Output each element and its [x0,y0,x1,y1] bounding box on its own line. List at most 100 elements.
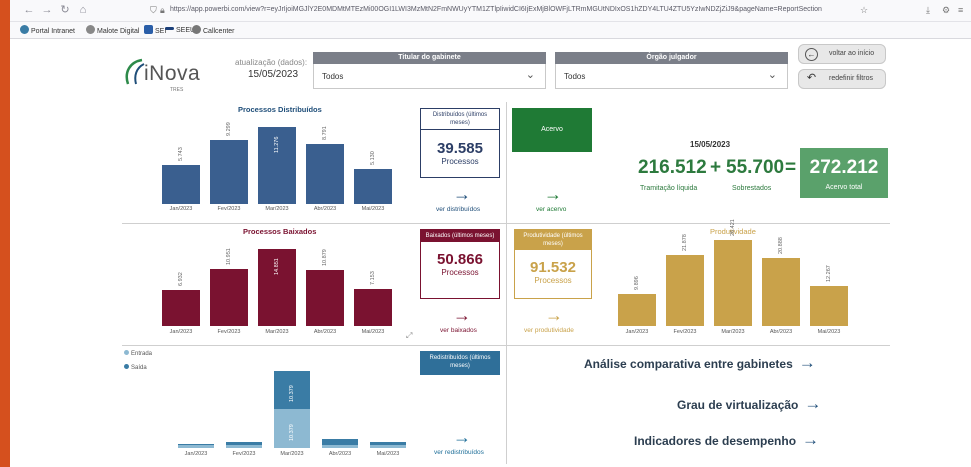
reset-filters-button[interactable]: ↶ redefinir filtros [798,69,886,89]
bar[interactable] [354,168,392,204]
back-icon[interactable]: ← [22,3,36,17]
legend-saida: Saída [124,364,147,371]
bar-entrada[interactable] [226,442,262,445]
slicer-title: Titular do gabinete [313,52,546,64]
bar-value-label: 5.743 [178,146,184,161]
seeu-icon [165,27,174,30]
x-tick-label: Fev/2023 [217,329,241,335]
bar-value-label: 21.878 [682,233,688,251]
slicer-dropdown[interactable]: Todos ⌄ [313,64,546,89]
bar-value-label: 12.267 [826,265,832,283]
legend-entrada: Entrada [124,350,152,357]
bar-saida[interactable] [226,444,262,448]
bookmarks-bar: Portal Intranet Malote Digital SEI SEEU … [10,22,971,39]
back-to-start-button[interactable]: ← voltar ao início [798,44,886,64]
card-unit: Processos [534,276,572,285]
acervo-date: 15/05/2023 [690,140,731,149]
reload-icon[interactable]: ↻ [58,3,72,17]
bar-value-label: 14.851 [274,258,280,276]
extensions-icon[interactable]: ⚙ [942,4,950,16]
shield-icon[interactable]: ⛉ [150,4,157,16]
distribuidos-title: Processos Distribuídos [238,105,322,114]
forward-icon[interactable]: → [40,3,54,17]
arrow-right-icon[interactable]: → [453,185,471,203]
bar-saida[interactable] [178,445,214,448]
bar[interactable] [354,289,392,326]
chevron-down-icon[interactable]: ⌄ [526,68,535,82]
sobrestados-value: 55.700 [726,157,785,178]
ver-distribuidos-link[interactable]: ver distribuídos [436,206,480,213]
arrow-right-icon[interactable]: → [453,428,471,446]
slicer-value: Todos [322,72,344,81]
browser-window: ← → ↻ ⌂ ⛉ 🔒︎ https://app.powerbi.com/vie… [10,0,971,467]
x-tick-label: Fev/2023 [673,329,697,335]
grau-virtualizacao-link[interactable]: Grau de virtualização → [677,394,821,414]
bar-saida[interactable] [322,444,358,448]
analise-comparativa-link[interactable]: Análise comparativa entre gabinetes → [584,353,816,373]
bar[interactable] [210,140,248,204]
logo-subtext: TRES [170,87,184,93]
logo-text: iNova [144,62,201,85]
bookmark-malote-digital[interactable]: Malote Digital [86,25,139,37]
globe-icon [192,25,201,34]
bar-entrada[interactable] [370,442,406,446]
bar-saida[interactable] [370,445,406,448]
arrow-right-icon[interactable]: → [544,185,562,203]
baixados-card: Baixados (últimos meses) 50.866 Processo… [420,229,500,299]
ver-redistribuidos-link[interactable]: ver redistribuídos [434,449,484,456]
bookmark-sei[interactable]: SEI [144,25,166,37]
inova-logo: iNova TRES [122,52,202,96]
url-text[interactable]: https://app.powerbi.com/view?r=eyJrIjoiM… [170,4,822,16]
x-tick-label: Mar/2023 [721,329,745,335]
update-date: 15/05/2023 [248,69,299,80]
bar[interactable] [306,269,344,326]
home-icon[interactable]: ⌂ [76,3,90,17]
bar[interactable] [714,239,752,326]
bookmark-portal-intranet[interactable]: Portal Intranet [20,25,75,37]
bar[interactable] [618,293,656,326]
slicer-titular-gabinete[interactable]: Titular do gabinete Todos ⌄ [313,52,546,90]
bar-value-label: 8.791 [322,126,328,140]
bar-value-label: 10.879 [322,249,328,266]
bookmark-star-icon[interactable]: ☆ [860,4,868,16]
ver-acervo-link[interactable]: ver acervo [536,206,566,213]
undo-icon: ↶ [806,72,817,84]
bar[interactable] [210,269,248,326]
bar[interactable] [666,254,704,326]
bookmark-seeu[interactable]: SEEU [165,25,195,36]
x-tick-label: Jan/2023 [184,451,208,457]
divider [506,102,507,464]
card-head: Redistribuídos (últimos meses) [420,351,500,372]
expand-icon[interactable]: ⤢ [406,331,412,341]
x-tick-label: Fev/2023 [217,206,241,212]
slicer-dropdown[interactable]: Todos ⌄ [555,64,788,89]
ver-produtividade-link[interactable]: ver produtividade [524,327,574,334]
slicer-orgao-julgador[interactable]: Órgão julgador Todos ⌄ [555,52,788,90]
total-label: Acervo total [825,184,863,191]
card-head: Produtividade (últimos meses) [515,230,591,250]
lock-icon[interactable]: 🔒︎ [160,4,165,16]
bar-entrada[interactable] [178,443,214,446]
slicer-title: Órgão julgador [555,52,788,64]
ver-baixados-link[interactable]: ver baixados [440,327,477,334]
arrow-right-icon[interactable]: → [545,306,563,324]
bar[interactable] [306,143,344,204]
downloads-icon[interactable]: ⤓ [926,4,930,16]
x-tick-label: Mai/2023 [361,206,385,212]
sei-icon [144,25,153,34]
arrow-right-icon[interactable]: → [453,306,471,324]
globe-icon [86,25,95,34]
bookmark-callcenter[interactable]: Callcenter [192,25,235,37]
x-tick-label: Mar/2023 [280,451,304,457]
indicadores-desempenho-link[interactable]: Indicadores de desempenho → [634,430,819,450]
bar[interactable] [810,286,848,326]
chevron-down-icon[interactable]: ⌄ [768,68,777,82]
bar-entrada[interactable] [322,439,358,445]
bar[interactable] [162,164,200,204]
menu-icon[interactable]: ≡ [958,4,963,16]
bar[interactable] [762,257,800,326]
bar[interactable] [162,290,200,326]
bar-value-label: 26.421 [730,219,736,236]
bar-value-label: 10.951 [226,248,232,266]
arrow-right-icon: → [804,394,822,413]
